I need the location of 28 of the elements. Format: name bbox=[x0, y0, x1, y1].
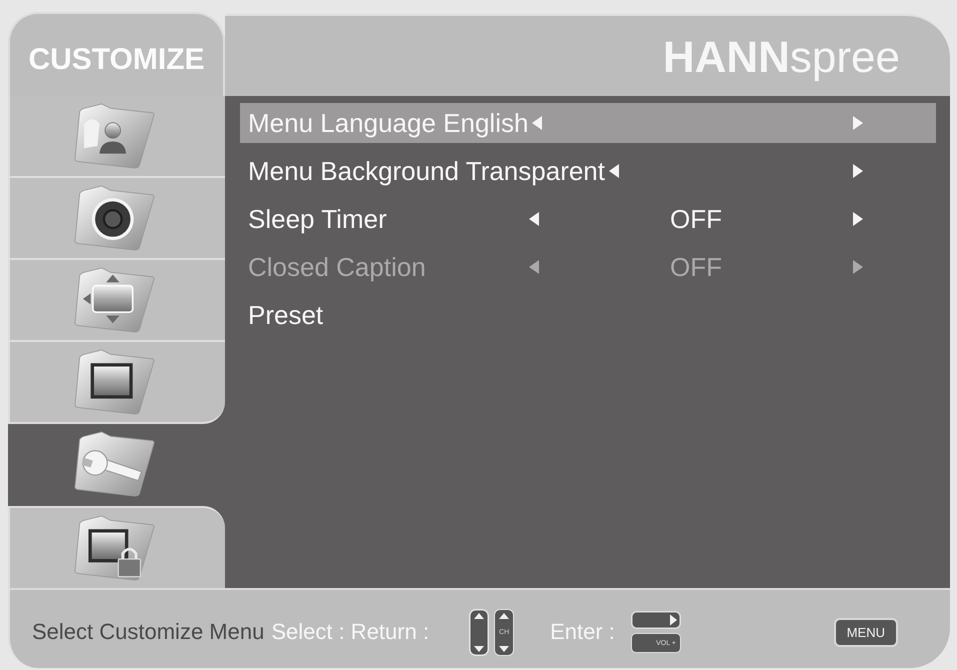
up-triangle-icon bbox=[499, 612, 510, 618]
hint-text: Enter : bbox=[550, 619, 615, 645]
right-triangle-icon bbox=[853, 116, 863, 130]
left-triangle-icon bbox=[609, 164, 619, 178]
up-down-key-icon bbox=[469, 608, 490, 656]
menu-title: CUSTOMIZE bbox=[28, 43, 205, 77]
folder-wrench-icon bbox=[72, 429, 156, 499]
left-triangle-icon bbox=[529, 212, 539, 226]
left-triangle-icon bbox=[529, 260, 539, 274]
folder-screen-lock-icon bbox=[72, 513, 156, 583]
option-value: OFF bbox=[670, 252, 722, 282]
menu-item[interactable]: Menu Background Transparent bbox=[240, 151, 936, 191]
menu-key: MENU bbox=[834, 618, 898, 646]
right-triangle-icon bbox=[853, 260, 863, 274]
folder-rectangle-arrows-icon bbox=[72, 265, 156, 335]
brand-logo: HANNspree bbox=[662, 33, 900, 83]
menu-description: Select Customize Menu bbox=[32, 619, 264, 645]
right-triangle-icon bbox=[853, 212, 863, 226]
right-triangle-icon bbox=[853, 164, 863, 178]
left-triangle-icon bbox=[532, 116, 542, 130]
option-value: OFF bbox=[670, 204, 722, 234]
folder-screen-icon bbox=[72, 347, 156, 417]
hint-text: Select : Return : bbox=[271, 619, 430, 645]
folder-figure-icon bbox=[72, 101, 156, 171]
right-key-icon bbox=[630, 611, 681, 629]
menu-item[interactable]: Preset bbox=[240, 295, 936, 335]
menu-item[interactable]: Sleep Timer OFF bbox=[240, 199, 936, 239]
down-triangle-icon bbox=[499, 646, 510, 652]
